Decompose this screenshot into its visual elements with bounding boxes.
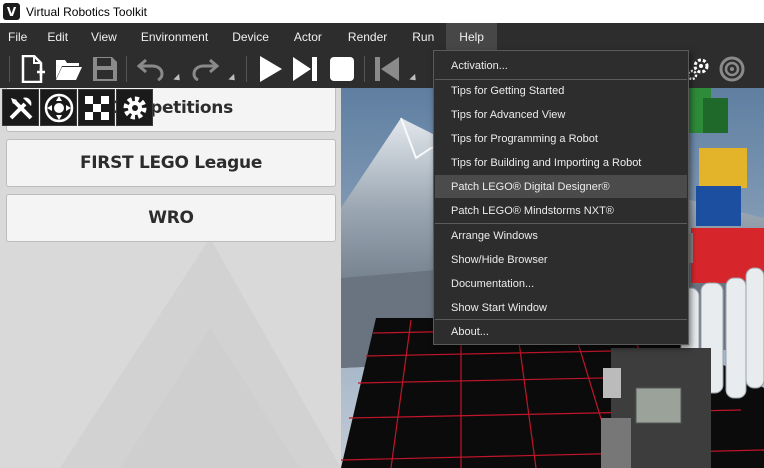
title-bar: V Virtual Robotics Toolkit xyxy=(0,0,764,23)
undo-dropdown-icon[interactable] xyxy=(173,73,183,84)
app-logo-icon: V xyxy=(3,3,20,20)
menu-item-show-hide-browser[interactable]: Show/Hide Browser xyxy=(435,248,687,271)
menu-item-documentation[interactable]: Documentation... xyxy=(435,272,687,295)
window-title: Virtual Robotics Toolkit xyxy=(26,4,147,19)
menu-device[interactable]: Device xyxy=(220,23,281,50)
stop-icon[interactable] xyxy=(327,54,357,84)
menu-item-activation[interactable]: Activation... xyxy=(435,54,687,77)
menu-environment[interactable]: Environment xyxy=(129,23,220,50)
skip-back-icon[interactable] xyxy=(372,54,402,84)
checkerboard-icon[interactable] xyxy=(78,89,115,126)
menu-item-arrange-windows[interactable]: Arrange Windows xyxy=(435,224,687,247)
toolbar-separator xyxy=(126,56,127,82)
menu-edit[interactable]: Edit xyxy=(36,23,79,50)
tools-icon[interactable] xyxy=(2,89,39,126)
left-panel: Competitions FIRST LEGO League WRO xyxy=(0,88,341,468)
first-lego-league-label: FIRST LEGO League xyxy=(79,153,263,173)
menu-item-patch-nxt[interactable]: Patch LEGO® Mindstorms NXT® xyxy=(435,199,687,222)
menu-view[interactable]: View xyxy=(79,23,129,50)
menu-item-tips-advanced-view[interactable]: Tips for Advanced View xyxy=(435,103,687,126)
toolbar-separator xyxy=(246,56,247,82)
menu-item-tips-building[interactable]: Tips for Building and Importing a Robot xyxy=(435,151,687,174)
save-icon[interactable] xyxy=(90,54,120,84)
toolbar-separator xyxy=(364,56,365,82)
redo-icon[interactable] xyxy=(190,54,220,84)
undo-icon[interactable] xyxy=(136,54,166,84)
menu-item-patch-ldd[interactable]: Patch LEGO® Digital Designer® xyxy=(435,175,687,198)
redo-dropdown-icon[interactable] xyxy=(228,73,238,84)
step-forward-icon[interactable] xyxy=(290,54,320,84)
menu-bar: File Edit View Environment Device Actor … xyxy=(0,23,764,50)
menu-render[interactable]: Render xyxy=(335,23,400,50)
first-lego-league-button[interactable]: FIRST LEGO League xyxy=(6,139,336,187)
menu-item-tips-programming[interactable]: Tips for Programming a Robot xyxy=(435,127,687,150)
gear-icon[interactable] xyxy=(116,89,153,126)
play-icon[interactable] xyxy=(255,54,285,84)
menu-file[interactable]: File xyxy=(0,23,36,50)
new-file-icon[interactable] xyxy=(18,54,48,84)
target-icon[interactable] xyxy=(717,54,747,84)
menu-run[interactable]: Run xyxy=(400,23,446,50)
skip-dropdown-icon[interactable] xyxy=(409,73,419,84)
gamepad-icon[interactable] xyxy=(40,89,77,126)
menu-actor[interactable]: Actor xyxy=(281,23,335,50)
menu-item-about[interactable]: About... xyxy=(435,320,687,343)
menu-help[interactable]: Help xyxy=(446,23,497,50)
tool-tabs xyxy=(2,89,153,126)
menu-item-tips-getting-started[interactable]: Tips for Getting Started xyxy=(435,79,687,102)
wro-button[interactable]: WRO xyxy=(6,194,336,242)
wro-label: WRO xyxy=(148,208,194,228)
open-folder-icon[interactable] xyxy=(54,54,84,84)
toolbar-grip xyxy=(9,56,10,82)
menu-item-show-start-window[interactable]: Show Start Window xyxy=(435,296,687,319)
help-menu-dropdown: Activation... Tips for Getting Started T… xyxy=(433,50,689,345)
